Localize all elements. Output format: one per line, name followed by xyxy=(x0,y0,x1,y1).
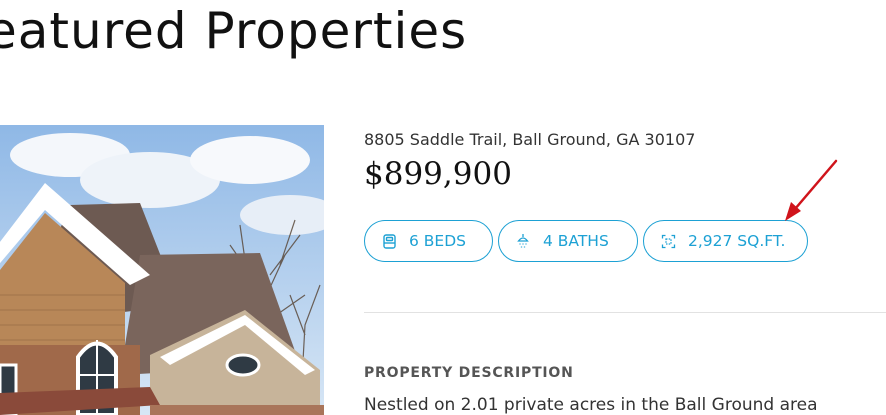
description-text: Nestled on 2.01 private acres in the Bal… xyxy=(364,395,818,415)
property-address: 8805 Saddle Trail, Ball Ground, GA 30107 xyxy=(364,130,696,149)
description-heading: PROPERTY DESCRIPTION xyxy=(364,365,574,381)
beds-label: 6 BEDS xyxy=(409,232,466,250)
property-photo[interactable] xyxy=(0,125,324,415)
bed-icon xyxy=(381,233,397,249)
baths-chip: 4 BATHS xyxy=(498,220,638,262)
baths-label: 4 BATHS xyxy=(543,232,609,250)
section-title: eatured Properties xyxy=(0,2,468,60)
sqft-label: 2,927 SQ.FT. xyxy=(688,232,786,250)
section-divider xyxy=(364,312,886,313)
area-icon xyxy=(660,233,676,249)
shower-icon xyxy=(515,233,531,249)
sqft-chip: 2,927 SQ.FT. xyxy=(643,220,808,262)
property-price: $899,900 xyxy=(364,156,512,192)
beds-chip: 6 BEDS xyxy=(364,220,493,262)
